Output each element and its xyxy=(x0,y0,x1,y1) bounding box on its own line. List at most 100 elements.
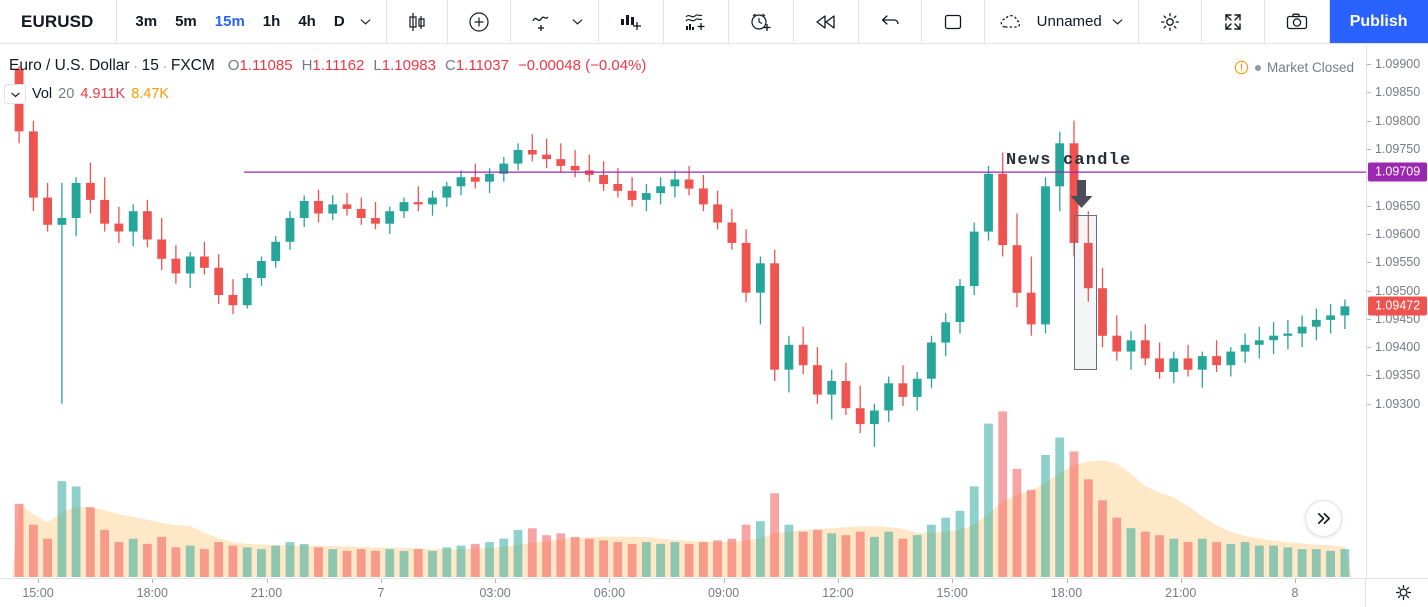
compare-section[interactable] xyxy=(448,0,511,43)
time-tick-mark xyxy=(609,579,611,583)
time-tick-label: 21:00 xyxy=(250,586,283,600)
settings-section[interactable] xyxy=(1139,0,1202,43)
timeframe-d[interactable]: D xyxy=(325,0,354,43)
fullscreen-section[interactable] xyxy=(1202,0,1265,43)
legend-interval[interactable]: 15 xyxy=(142,57,159,75)
time-tick-mark xyxy=(837,579,839,583)
bar-replay-icon[interactable] xyxy=(803,0,849,43)
price-tick: 1.09900 xyxy=(1367,57,1420,71)
timeframe-15m[interactable]: 15m xyxy=(206,0,254,43)
chart-canvas[interactable] xyxy=(0,45,1366,578)
legend-symbol-title[interactable]: Euro / U.S. Dollar xyxy=(9,57,130,75)
plus-circle-icon[interactable] xyxy=(457,0,501,43)
symbol-label[interactable]: EURUSD xyxy=(9,12,107,32)
time-tick-label: 09:00 xyxy=(707,586,740,600)
chart-legend-main: Euro / U.S. Dollar · 15 · FXCM O1.11085 … xyxy=(9,57,646,75)
volume-legend: Vol 20 4.911K 8.47K xyxy=(4,84,169,104)
price-tick: 1.09300 xyxy=(1367,397,1420,411)
scroll-to-realtime-button[interactable] xyxy=(1305,500,1342,537)
volume-ma-value: 8.47K xyxy=(131,86,170,102)
price-tick: 1.09800 xyxy=(1367,114,1420,128)
price-tick: 1.09850 xyxy=(1367,85,1420,99)
time-tick-label: 03:00 xyxy=(479,586,511,600)
price-and-volume-svg[interactable] xyxy=(0,45,1366,578)
timeframe-section: 3m 5m 15m 1h 4h D xyxy=(117,0,387,43)
legend-exchange[interactable]: FXCM xyxy=(171,57,215,75)
chevron-down-icon[interactable] xyxy=(566,0,589,43)
time-tick-mark xyxy=(266,579,268,583)
ohlc-change: −0.00048 (−0.04%) xyxy=(517,57,647,74)
undo-icon[interactable] xyxy=(868,0,912,43)
time-axis-divider xyxy=(1365,579,1366,607)
indicators-section xyxy=(511,0,599,43)
snapshot-section[interactable] xyxy=(1265,0,1330,43)
time-tick-mark xyxy=(380,579,382,583)
candlestick-icon[interactable] xyxy=(396,0,438,43)
saved-layout-section[interactable]: Unnamed xyxy=(985,0,1139,43)
layout-select-section[interactable] xyxy=(922,0,985,43)
price-axis[interactable]: 1.099001.098501.098001.097501.097001.096… xyxy=(1366,45,1428,578)
last-price-badge[interactable]: 1.09472 xyxy=(1368,296,1427,316)
time-tick-label: 15:00 xyxy=(936,586,968,600)
ohlc-high: H1.11162 xyxy=(301,57,365,74)
double-chevron-right-icon xyxy=(1317,512,1330,525)
volume-label[interactable]: Vol xyxy=(32,86,52,102)
news-candle-annotation-label[interactable]: News candle xyxy=(1006,151,1131,170)
volume-value: 4.911K xyxy=(80,86,126,102)
time-tick-mark xyxy=(1295,579,1296,583)
timeframe-4h[interactable]: 4h xyxy=(289,0,325,43)
cloud-dashed-icon xyxy=(994,0,1030,43)
chart-type-section[interactable] xyxy=(387,0,448,43)
gear-icon[interactable] xyxy=(1148,0,1192,43)
horizontal-line-price-badge[interactable]: 1.09709 xyxy=(1368,162,1427,182)
volume-length: 20 xyxy=(58,86,75,102)
layout-name-label[interactable]: Unnamed xyxy=(1030,13,1106,30)
symbol-section[interactable]: EURUSD xyxy=(0,0,118,43)
templates-section[interactable] xyxy=(664,0,729,43)
chevron-down-icon[interactable] xyxy=(1106,0,1129,43)
tradingview-chart-app: EURUSD 3m 5m 15m 1h 4h D Unnamed Publish… xyxy=(0,0,1428,607)
status-dot xyxy=(1254,64,1261,71)
price-tick: 1.09750 xyxy=(1367,142,1420,156)
gear-icon[interactable] xyxy=(1395,584,1412,606)
time-tick-label: 06:00 xyxy=(593,586,626,600)
indicators-icon[interactable] xyxy=(520,0,566,43)
chevron-down-icon[interactable] xyxy=(354,0,377,43)
down-arrow-icon[interactable] xyxy=(1065,178,1098,215)
time-tick-mark xyxy=(152,579,154,583)
time-axis[interactable]: 15:00 18:00 21:00 7 03:00 06:00 09:00 12:00 15:0… xyxy=(0,578,1428,607)
fullscreen-icon[interactable] xyxy=(1211,0,1255,43)
ohlc-close: C1.11037 xyxy=(444,57,509,74)
publish-button[interactable]: Publish xyxy=(1329,0,1428,43)
price-tick: 1.09550 xyxy=(1367,255,1420,269)
price-tick: 1.09350 xyxy=(1367,368,1420,382)
time-tick-label: 15:00 xyxy=(22,586,54,600)
price-tick: 1.09400 xyxy=(1367,340,1420,354)
time-tick-label: 8 xyxy=(1291,586,1299,600)
time-tick-mark xyxy=(1066,579,1068,583)
time-tick-mark xyxy=(723,579,725,583)
timeframe-3m[interactable]: 3m xyxy=(126,0,166,43)
chevron-down-icon[interactable] xyxy=(4,84,26,104)
time-tick-mark xyxy=(38,579,39,583)
indicator-templates-icon[interactable] xyxy=(608,0,654,43)
time-tick-mark xyxy=(952,579,954,583)
legend-separator-1: · xyxy=(133,59,138,73)
timeframe-5m[interactable]: 5m xyxy=(166,0,206,43)
alerts-section[interactable] xyxy=(729,0,794,43)
bar-replay-section[interactable] xyxy=(794,0,859,43)
indicator-template-overlay-icon[interactable] xyxy=(673,0,719,43)
layout-square-icon[interactable] xyxy=(931,0,975,43)
indicator-templates-section[interactable] xyxy=(599,0,664,43)
ohlc-open: O1.11085 xyxy=(227,57,293,74)
time-tick-label: 7 xyxy=(377,586,385,600)
timeframe-1h[interactable]: 1h xyxy=(254,0,290,43)
time-tick-label: 18:00 xyxy=(136,586,168,600)
news-candle-highlight-box[interactable] xyxy=(1074,215,1097,370)
alarm-clock-icon[interactable] xyxy=(738,0,784,43)
market-status[interactable]: Market Closed xyxy=(1234,60,1354,75)
price-tick: 1.09600 xyxy=(1367,227,1420,241)
time-tick-label: 18:00 xyxy=(1050,586,1083,600)
undo-section[interactable] xyxy=(859,0,922,43)
camera-icon[interactable] xyxy=(1274,0,1320,43)
